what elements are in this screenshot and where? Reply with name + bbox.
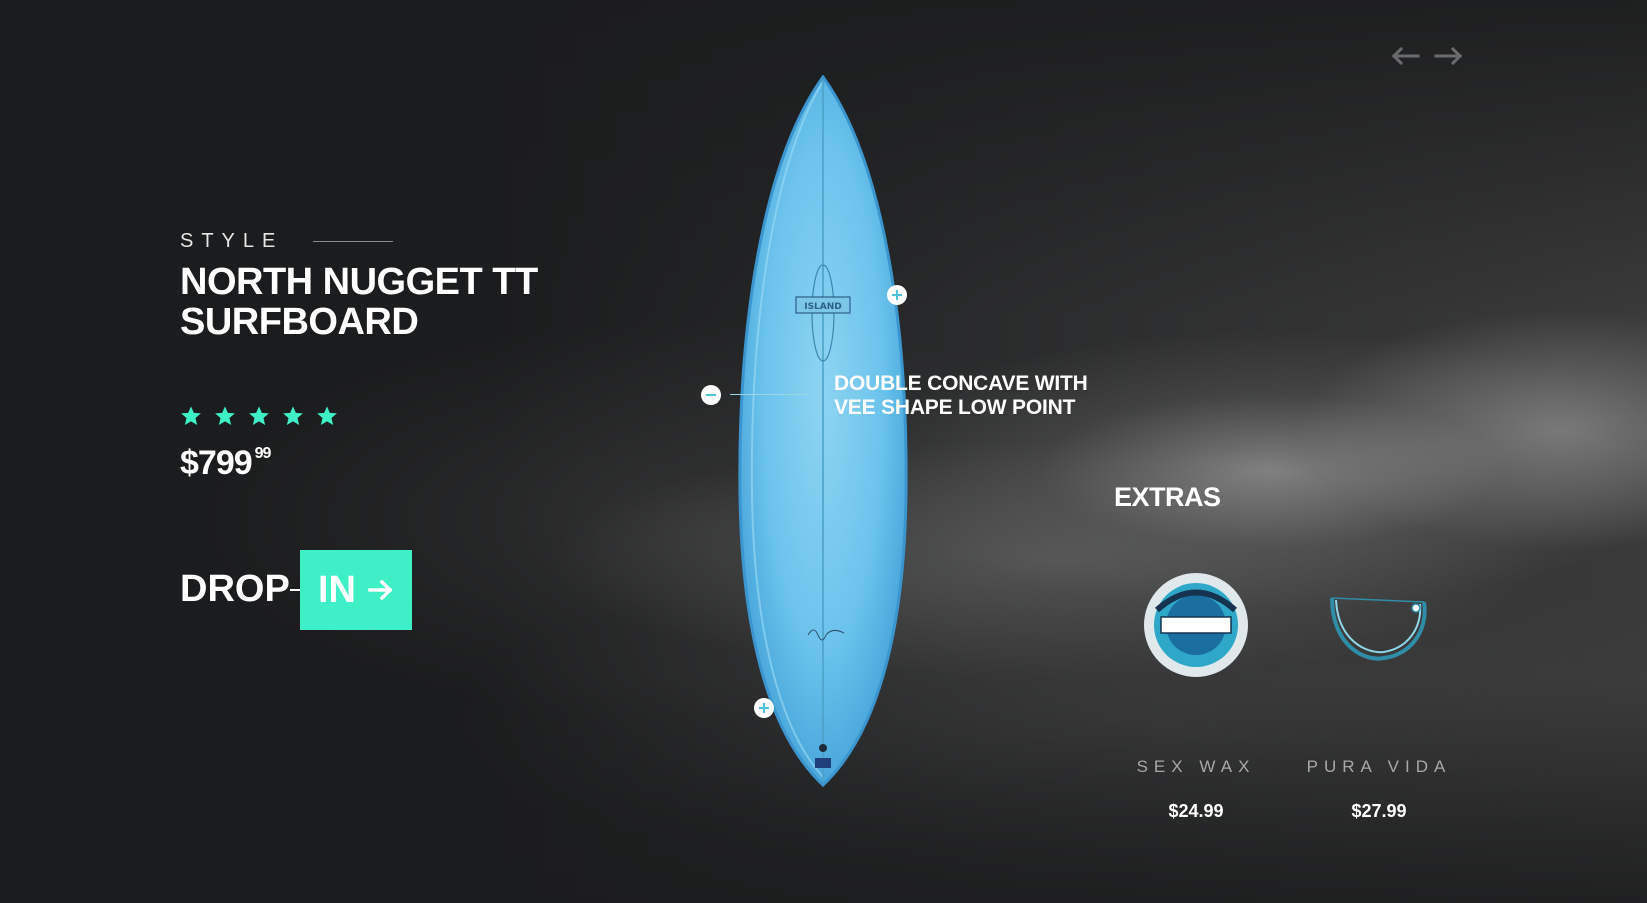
extra-name: SEX WAX: [1136, 757, 1256, 776]
plus-circle-icon-vertical: [896, 290, 898, 300]
surfboard-image: ISLAND: [738, 75, 908, 787]
rating-stars: [180, 405, 338, 427]
extra-item-pura-vida[interactable]: PURA VIDA $27.99: [1289, 570, 1469, 822]
extra-name: PURA VIDA: [1306, 757, 1452, 776]
price-cents: 99: [254, 444, 272, 462]
star-icon: [215, 406, 235, 425]
plus-circle-icon-vertical: [763, 703, 765, 713]
extra-price: $27.99: [1351, 801, 1407, 821]
board-annotation: DOUBLE CONCAVE WITH VEE SHAPE LOW POINT: [834, 372, 1088, 419]
style-label: STYLE: [180, 230, 284, 252]
extra-item-sex-wax[interactable]: SEX WAX $24.99: [1106, 570, 1286, 822]
hotspot-minus-active[interactable]: [701, 385, 721, 405]
product-price: $799 99: [180, 444, 272, 483]
drop-label: DROP: [180, 568, 290, 610]
pura-vida-bracelet: [1330, 597, 1427, 661]
sex-wax-puck: [1144, 573, 1248, 677]
star-icon: [317, 406, 337, 425]
svg-text:ISLAND: ISLAND: [804, 302, 842, 312]
arrow-right-icon: [368, 579, 393, 601]
star-icon: [249, 406, 269, 425]
star-icon: [283, 406, 303, 425]
drop-in-button-label: IN: [318, 568, 356, 611]
drop-in-button[interactable]: IN: [300, 550, 412, 630]
annotation-line: [730, 394, 808, 395]
arrow-right-icon[interactable]: [1434, 46, 1464, 66]
extra-price: $24.99: [1168, 801, 1224, 821]
slider-nav: [1390, 46, 1464, 66]
arrow-left-icon[interactable]: [1390, 46, 1420, 66]
star-icon: [181, 406, 201, 425]
product-title: NORTH NUGGET TT SURFBOARD: [180, 261, 538, 343]
price-main: $799: [180, 444, 253, 482]
style-divider: [313, 241, 393, 242]
hotspot-plus-bottom[interactable]: [754, 698, 774, 718]
hotspot-plus-top[interactable]: [887, 285, 907, 305]
extras-title: EXTRAS: [1114, 482, 1221, 512]
minus-circle-icon: [706, 394, 716, 396]
